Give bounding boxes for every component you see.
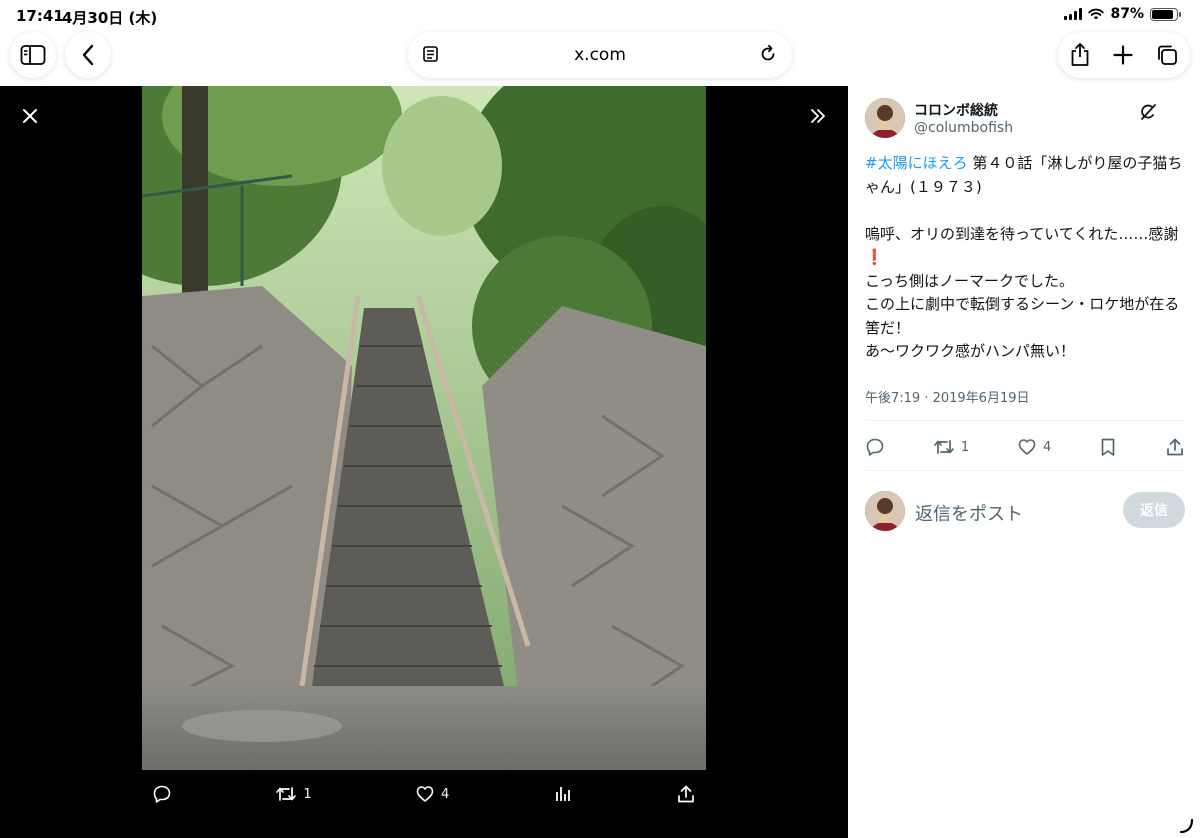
avatar-image <box>865 98 905 138</box>
retweet-icon <box>934 440 954 454</box>
expand-panel-button[interactable] <box>802 100 834 132</box>
viewer-reply-button[interactable] <box>152 784 172 804</box>
reply-input[interactable]: 返信をポスト <box>915 500 1023 526</box>
divider <box>865 470 1185 471</box>
tweet-timestamp[interactable]: 午後7:19 · 2019年6月19日 <box>865 387 1030 406</box>
exclamation-emoji: ❗ <box>865 248 884 266</box>
resize-handle-icon[interactable] <box>1178 818 1194 834</box>
retweet-count: 1 <box>960 439 970 455</box>
cellular-signal-icon <box>1064 8 1083 20</box>
status-indicators: 87% <box>1064 6 1181 22</box>
author-avatar[interactable] <box>865 98 905 138</box>
battery-level <box>1152 9 1173 19</box>
grok-button[interactable] <box>1136 100 1160 124</box>
divider <box>865 420 1185 421</box>
retweet-icon <box>276 787 297 801</box>
reply-composer: 返信をポスト 返信 <box>865 489 1185 533</box>
sidebar-toggle-button[interactable] <box>10 32 56 78</box>
url-text[interactable]: x.com <box>408 45 792 65</box>
retweet-button[interactable]: 1 <box>933 437 969 457</box>
hashtag-link[interactable]: #太陽にほえろ <box>865 154 968 172</box>
analytics-icon <box>555 787 570 801</box>
tweet-action-bar: 1 4 <box>865 433 1185 461</box>
viewer-share-button[interactable] <box>676 784 696 804</box>
tweet-photo[interactable] <box>142 86 706 770</box>
status-bar: 17:41 4月30日 (木) 87% <box>0 0 1200 30</box>
bookmark-button[interactable] <box>1099 437 1117 457</box>
browser-toolbar: x.com <box>0 30 1200 86</box>
author-handle[interactable]: @columbofish <box>914 120 1013 136</box>
share-icon[interactable] <box>1069 42 1091 68</box>
reply-submit-button[interactable]: 返信 <box>1123 492 1185 528</box>
wifi-icon <box>1088 8 1105 20</box>
tweet-line-3: こっち側はノーマークでした。 <box>865 271 1074 290</box>
share-button[interactable] <box>1165 437 1185 457</box>
viewer-retweet-count: 1 <box>303 786 312 802</box>
tweet-line-5: あ〜ワクワク感がハンパ無い！ <box>865 342 1076 360</box>
viewer-action-bar: 1 4 <box>142 776 706 812</box>
double-chevron-right-icon <box>811 109 825 123</box>
my-avatar <box>865 491 905 531</box>
address-bar[interactable]: x.com <box>408 32 792 78</box>
viewer-like-button[interactable]: 4 <box>415 784 449 804</box>
avatar-image <box>865 491 905 531</box>
new-tab-icon[interactable] <box>1112 44 1134 66</box>
status-date: 4月30日 (木) <box>62 9 158 27</box>
like-count: 4 <box>1043 439 1052 455</box>
share-icon <box>678 785 694 803</box>
sidebar-icon <box>20 45 46 65</box>
reply-icon <box>153 785 171 803</box>
status-time: 17:41 <box>16 7 64 25</box>
toolbar-actions <box>1058 32 1190 78</box>
bookmark-icon <box>1101 438 1115 456</box>
heart-icon <box>416 786 434 802</box>
heart-icon <box>1018 439 1036 455</box>
tweet-text: #太陽にほえろ 第４０話「淋しがり屋の子猫ちゃん」(１９７３) 嗚呼、オリの到達… <box>865 152 1187 364</box>
tweet-panel: コロンボ総統 @columbofish #太陽にほえろ 第４０話「淋しがり屋の子… <box>848 86 1200 838</box>
battery-percent: 87% <box>1110 6 1144 22</box>
close-button[interactable] <box>14 100 46 132</box>
like-button[interactable]: 4 <box>1017 437 1051 457</box>
reload-icon[interactable] <box>758 44 778 64</box>
reply-icon <box>866 438 884 456</box>
viewer-retweet-button[interactable]: 1 <box>275 784 312 804</box>
tabs-icon[interactable] <box>1155 43 1179 67</box>
close-icon <box>23 109 37 123</box>
back-icon <box>82 44 94 66</box>
reply-button[interactable] <box>865 437 885 457</box>
tweet-line-2: 嗚呼、オリの到達を待っていてくれた……感謝 <box>865 224 1179 243</box>
back-button[interactable] <box>65 32 111 78</box>
author-name[interactable]: コロンボ総統 <box>914 100 998 120</box>
media-viewer: 1 4 <box>0 86 848 838</box>
battery-icon <box>1150 7 1181 21</box>
viewer-analytics-button[interactable] <box>553 784 573 804</box>
viewer-like-count: 4 <box>441 786 450 802</box>
tweet-line-4: この上に劇中で転倒するシーン・ロケ地が在る筈だ！ <box>865 295 1180 337</box>
share-icon <box>1167 438 1183 456</box>
stairway-photo-image <box>142 86 706 770</box>
grok-icon <box>1141 104 1156 120</box>
